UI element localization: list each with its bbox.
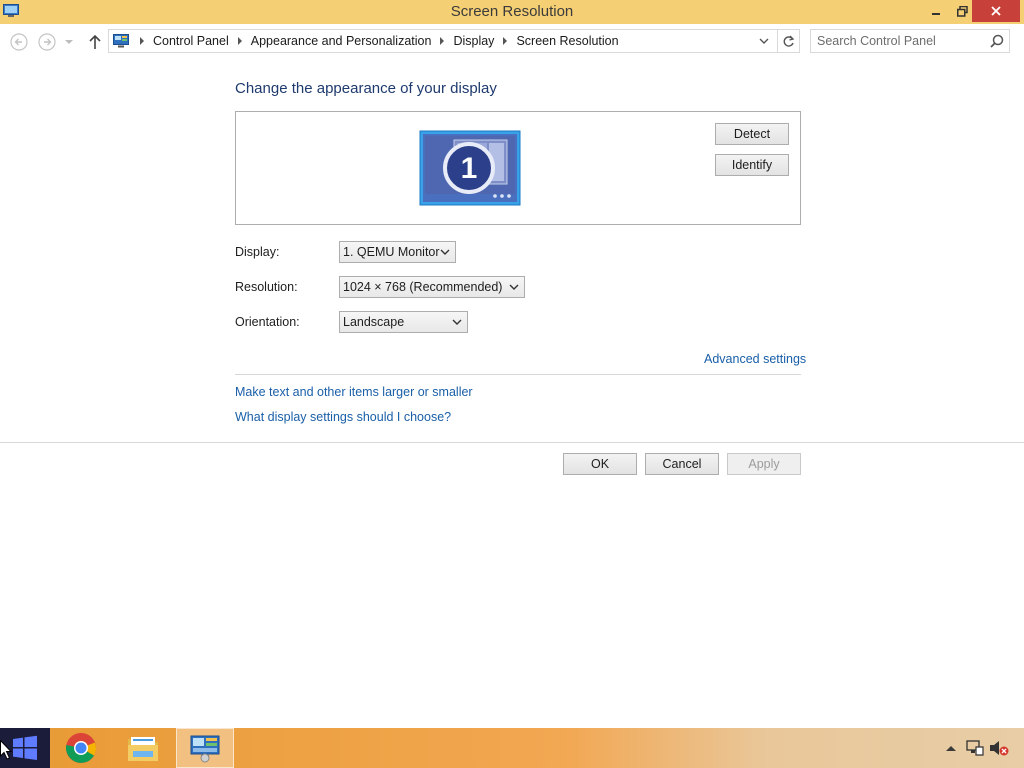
divider bbox=[235, 374, 801, 375]
taskbar-chrome[interactable] bbox=[52, 728, 110, 768]
taskbar-control-panel[interactable] bbox=[176, 728, 234, 768]
breadcrumb-separator-icon[interactable] bbox=[503, 37, 508, 45]
orientation-select[interactable]: Landscape bbox=[339, 311, 468, 333]
display-select-value: 1. QEMU Monitor bbox=[343, 245, 440, 259]
search-box bbox=[810, 29, 1010, 53]
display-preview-panel: 1 Detect Identify bbox=[235, 111, 801, 225]
resolution-select-value: 1024 × 768 (Recommended) bbox=[343, 280, 503, 294]
show-hidden-icons-button[interactable] bbox=[944, 738, 958, 758]
divider bbox=[0, 442, 1024, 443]
forward-arrow-icon bbox=[38, 33, 56, 51]
volume-muted-icon bbox=[990, 741, 1009, 756]
network-tray-button[interactable] bbox=[964, 738, 986, 758]
breadcrumb-appearance-and-personalization[interactable]: Appearance and Personalization bbox=[251, 34, 432, 48]
window-title: Screen Resolution bbox=[450, 3, 574, 20]
refresh-button[interactable] bbox=[777, 30, 799, 52]
ok-button[interactable]: OK bbox=[563, 453, 637, 475]
up-arrow-icon bbox=[89, 34, 101, 49]
screen-resolution-icon bbox=[190, 735, 220, 763]
refresh-icon bbox=[783, 35, 795, 47]
forward-button[interactable] bbox=[36, 32, 58, 52]
breadcrumb-control-panel[interactable]: Control Panel bbox=[153, 34, 229, 48]
detect-button[interactable]: Detect bbox=[715, 123, 789, 145]
taskbar-file-explorer[interactable] bbox=[114, 728, 172, 768]
volume-tray-button[interactable] bbox=[988, 738, 1010, 758]
close-icon bbox=[991, 6, 1001, 16]
orientation-label: Orientation: bbox=[235, 315, 300, 329]
orientation-select-value: Landscape bbox=[343, 315, 405, 329]
resolution-select[interactable]: 1024 × 768 (Recommended) bbox=[339, 276, 525, 298]
text-size-link[interactable]: Make text and other items larger or smal… bbox=[235, 385, 473, 399]
address-history-button[interactable] bbox=[756, 33, 772, 49]
title-bar: Screen Resolution bbox=[0, 0, 1024, 24]
back-arrow-icon bbox=[10, 33, 28, 51]
apply-button[interactable]: Apply bbox=[727, 453, 801, 475]
display-settings-help-link[interactable]: What display settings should I choose? bbox=[235, 410, 451, 424]
restore-icon bbox=[956, 5, 968, 17]
resolution-label: Resolution: bbox=[235, 280, 298, 294]
cancel-button[interactable]: Cancel bbox=[645, 453, 719, 475]
advanced-settings-link[interactable]: Advanced settings bbox=[704, 352, 806, 366]
monitor-number: 1 bbox=[461, 152, 478, 185]
identify-button[interactable]: Identify bbox=[715, 154, 789, 176]
chrome-icon bbox=[65, 733, 96, 763]
minimize-icon bbox=[932, 13, 940, 15]
chevron-up-icon bbox=[946, 745, 956, 751]
network-icon bbox=[966, 740, 984, 756]
taskbar bbox=[0, 728, 1024, 768]
chevron-down-icon bbox=[440, 249, 450, 255]
chevron-down-icon bbox=[509, 284, 519, 290]
chevron-down-icon bbox=[759, 38, 769, 44]
display-label: Display: bbox=[235, 245, 280, 259]
up-button[interactable] bbox=[84, 32, 106, 52]
display-select[interactable]: 1. QEMU Monitor bbox=[339, 241, 456, 263]
recent-locations-button[interactable] bbox=[62, 32, 76, 52]
breadcrumb: Control Panel Appearance and Personaliza… bbox=[131, 34, 619, 48]
chevron-down-icon bbox=[65, 40, 73, 44]
windows-logo-icon bbox=[13, 735, 37, 760]
chevron-down-icon bbox=[452, 319, 462, 325]
breadcrumb-separator-icon[interactable] bbox=[440, 37, 445, 45]
navigation-bar: Control Panel Appearance and Personaliza… bbox=[0, 24, 1024, 60]
back-button[interactable] bbox=[8, 32, 30, 52]
search-input[interactable] bbox=[817, 33, 982, 49]
breadcrumb-screen-resolution[interactable]: Screen Resolution bbox=[516, 34, 618, 48]
address-bar[interactable]: Control Panel Appearance and Personaliza… bbox=[108, 29, 800, 53]
mouse-cursor-icon bbox=[0, 740, 12, 760]
close-button[interactable] bbox=[972, 0, 1020, 22]
page-title: Change the appearance of your display bbox=[235, 80, 497, 97]
control-panel-icon bbox=[3, 4, 19, 17]
breadcrumb-separator-icon[interactable] bbox=[140, 37, 144, 45]
search-icon[interactable] bbox=[990, 34, 1004, 48]
folder-icon bbox=[128, 737, 158, 761]
breadcrumb-separator-icon[interactable] bbox=[237, 37, 242, 45]
control-panel-icon bbox=[113, 34, 129, 48]
breadcrumb-display[interactable]: Display bbox=[453, 34, 494, 48]
monitor-1-icon[interactable]: 1 bbox=[419, 130, 521, 206]
